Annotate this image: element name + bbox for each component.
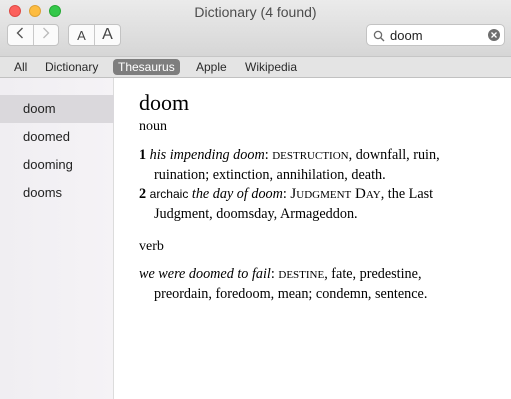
title-bar: Dictionary (4 found) A A doom — [0, 0, 511, 56]
tab-all[interactable]: All — [14, 59, 27, 75]
tab-thesaurus[interactable]: Thesaurus — [113, 59, 180, 75]
tab-apple[interactable]: Apple — [196, 59, 227, 75]
register-label: archaic — [149, 187, 189, 201]
sense-colon: : — [270, 266, 275, 282]
sense-number: 1 — [139, 147, 147, 163]
sidebar-item-doomed[interactable]: doomed — [0, 123, 114, 151]
part-of-speech-noun: noun — [139, 119, 167, 134]
sense-number: 2 — [139, 186, 147, 202]
search-input[interactable]: doom — [390, 28, 423, 43]
chevron-right-icon — [42, 26, 50, 44]
search-icon — [373, 29, 385, 47]
part-of-speech-verb: verb — [139, 239, 164, 254]
increase-font-button[interactable]: A — [94, 25, 120, 45]
sidebar-item-dooming[interactable]: dooming — [0, 151, 114, 179]
tab-dictionary[interactable]: Dictionary — [45, 59, 98, 75]
synonyms-line-2: preordain, foredoom, mean; condemn, sent… — [154, 285, 428, 302]
keyword-link[interactable]: destruction — [272, 147, 348, 163]
window-title: Dictionary (4 found) — [194, 4, 317, 20]
example-phrase: the day of doom — [191, 186, 283, 202]
synonyms-line-1: , downfall, ruin, — [348, 147, 440, 163]
verb-sense-1: we were doomed to fail: destine, fate, p… — [139, 265, 489, 304]
sense-colon: : — [264, 147, 269, 163]
noun-sense-2: 2 archaic the day of doom: Judgment Day,… — [139, 185, 489, 224]
synonyms-line-1: , fate, predestine, — [324, 266, 422, 282]
clear-search-icon[interactable] — [488, 29, 500, 41]
search-field[interactable]: doom — [366, 24, 505, 46]
forward-button[interactable] — [32, 25, 59, 45]
synonyms-line-2: Judgment, doomsday, Armageddon. — [154, 205, 358, 222]
noun-sense-1: 1 his impending doom: destruction, downf… — [139, 146, 489, 185]
entry-headword: doom — [139, 90, 190, 115]
chevron-left-icon — [16, 26, 24, 44]
decrease-font-button[interactable]: A — [69, 25, 94, 45]
sidebar-item-doom[interactable]: doom — [0, 95, 114, 123]
synonyms-line-2: ruination; extinction, annihilation, dea… — [154, 166, 386, 183]
results-sidebar: doom doomed dooming dooms — [0, 78, 114, 399]
sense-colon: : — [282, 186, 287, 202]
sidebar-item-dooms[interactable]: dooms — [0, 179, 114, 207]
keyword-link[interactable]: destine — [278, 266, 324, 282]
navigation-buttons — [7, 24, 59, 46]
back-button[interactable] — [8, 25, 33, 45]
example-phrase: his impending doom — [149, 147, 265, 163]
example-phrase: we were doomed to fail — [139, 266, 271, 282]
source-tab-bar: All Dictionary Thesaurus Apple Wikipedia — [0, 56, 511, 78]
synonyms-line-1: , the Last — [380, 186, 434, 202]
tab-wikipedia[interactable]: Wikipedia — [245, 59, 297, 75]
font-size-buttons: A A — [68, 24, 121, 46]
entry-content: doom noun 1 his impending doom: destruct… — [115, 78, 511, 399]
keyword-link[interactable]: Judgment Day — [290, 186, 380, 202]
